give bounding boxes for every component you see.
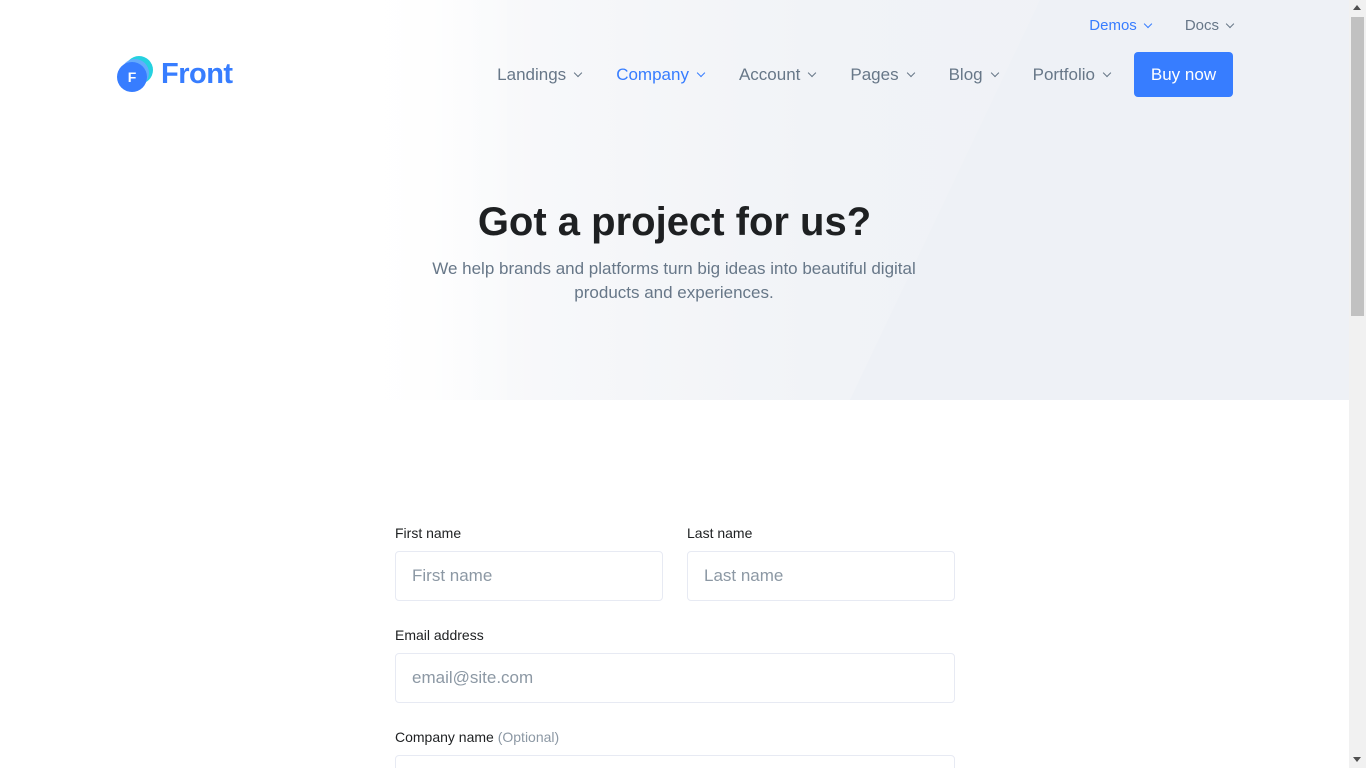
nav-item-label: Pages	[850, 64, 899, 84]
chevron-down-icon	[808, 68, 817, 77]
contact-form: First name Last name Email address Compa…	[395, 525, 955, 768]
main-nav: Landings Company Account Pages Blog Port…	[497, 52, 1233, 97]
demos-dropdown[interactable]: Demos	[1089, 17, 1153, 34]
logo-mark-letter: F	[117, 62, 147, 92]
company-label: Company name (Optional)	[395, 729, 955, 745]
nav-item-pages[interactable]: Pages	[850, 64, 915, 85]
optional-hint: (Optional)	[497, 729, 560, 745]
company-label-text: Company name	[395, 729, 494, 745]
nav-item-label: Account	[738, 64, 801, 84]
chevron-down-icon	[1225, 19, 1235, 28]
page-title: Got a project for us?	[477, 200, 872, 244]
company-group: Company name (Optional)	[395, 729, 955, 768]
chevron-down-icon	[906, 68, 915, 77]
chevron-down-icon	[573, 68, 583, 77]
nav-item-label: Portfolio	[1032, 64, 1095, 84]
demos-label: Demos	[1089, 17, 1137, 34]
email-group: Email address	[395, 627, 955, 703]
chevron-down-icon	[1143, 19, 1153, 28]
chevron-down-icon	[696, 68, 706, 77]
company-input[interactable]	[395, 755, 955, 768]
nav-item-blog[interactable]: Blog	[948, 64, 999, 85]
docs-dropdown[interactable]: Docs	[1184, 17, 1235, 34]
logo-icon: F	[117, 56, 153, 92]
last-name-group: Last name	[687, 525, 955, 601]
last-name-label: Last name	[687, 525, 753, 541]
nav-item-portfolio[interactable]: Portfolio	[1032, 64, 1112, 85]
nav-item-label: Landings	[497, 64, 567, 84]
first-name-label: First name	[395, 525, 462, 541]
first-name-input[interactable]	[395, 551, 663, 601]
top-utility-nav: Demos Docs	[1089, 17, 1235, 34]
docs-label: Docs	[1184, 17, 1219, 34]
nav-item-label: Company	[616, 64, 689, 84]
scrollbar-thumb[interactable]	[1351, 17, 1364, 316]
brand-name: Front	[161, 57, 233, 90]
brand-logo[interactable]: F Front	[117, 56, 233, 92]
chevron-down-icon	[1102, 68, 1112, 77]
buy-now-button[interactable]: Buy now	[1134, 52, 1233, 97]
scroll-down-icon[interactable]	[1353, 757, 1361, 762]
nav-item-company[interactable]: Company	[616, 64, 706, 85]
first-name-group: First name	[395, 525, 663, 601]
scroll-up-icon[interactable]	[1353, 5, 1361, 10]
chevron-down-icon	[990, 68, 999, 77]
email-input[interactable]	[395, 653, 955, 703]
last-name-input[interactable]	[687, 551, 955, 601]
nav-item-landings[interactable]: Landings	[497, 64, 583, 85]
nav-item-account[interactable]: Account	[738, 64, 817, 85]
nav-item-label: Blog	[948, 64, 983, 84]
page-scrollbar[interactable]	[1349, 0, 1366, 768]
email-label: Email address	[395, 627, 484, 643]
hero-subtitle: We help brands and platforms turn big id…	[432, 259, 916, 302]
name-row: First name Last name	[395, 525, 955, 601]
